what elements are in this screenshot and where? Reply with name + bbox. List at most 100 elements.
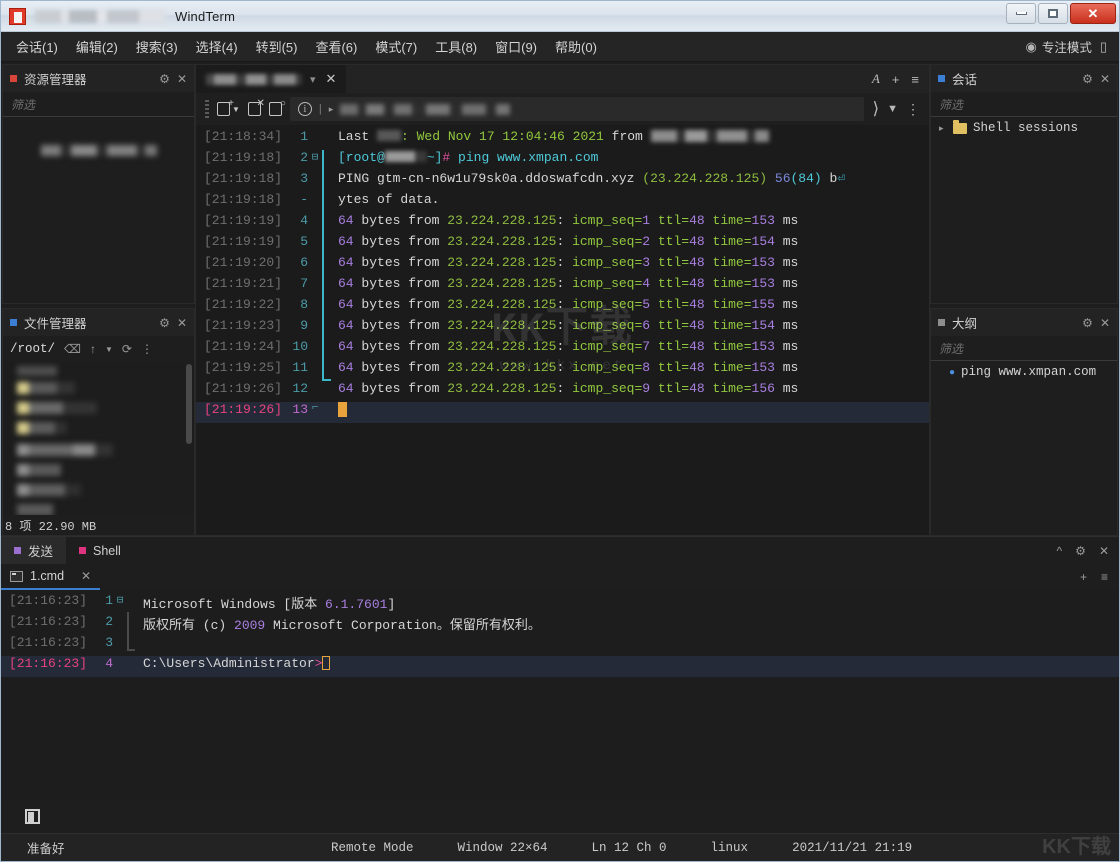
minimize-button[interactable] xyxy=(1006,3,1036,24)
new-session-icon[interactable]: +▼ xyxy=(217,102,240,116)
menu-session[interactable]: 会话(1) xyxy=(7,33,67,60)
tree-item-shell-sessions[interactable]: ▸ Shell sessions xyxy=(931,117,1117,139)
file-row-redacted xyxy=(17,444,113,456)
toolbar-grip[interactable] xyxy=(205,100,209,118)
add-tab-icon[interactable]: + xyxy=(892,72,900,87)
status-platform[interactable]: linux xyxy=(711,841,749,855)
more-vertical-icon[interactable]: ⋮ xyxy=(141,342,153,356)
fold-marker[interactable]: ⊟ xyxy=(308,150,322,164)
sessions-filter-input[interactable]: 筛选 xyxy=(931,92,1117,117)
address-field[interactable]: i | ▸ xyxy=(290,97,865,121)
menu-select[interactable]: 选择(4) xyxy=(187,33,247,60)
line-text: 64 bytes from 23.224.228.125: icmp_seq=7… xyxy=(332,339,798,354)
terminal-line: [21:19:26]1264 bytes from 23.224.228.125… xyxy=(196,381,929,402)
file-row-redacted xyxy=(17,422,67,434)
close-icon[interactable]: ✕ xyxy=(81,569,91,583)
close-icon[interactable]: ✕ xyxy=(1100,316,1110,330)
menu-search[interactable]: 搜索(3) xyxy=(127,33,187,60)
outline-list[interactable]: ● ping www.xmpan.com xyxy=(931,361,1117,535)
menu-edit[interactable]: 编辑(2) xyxy=(67,33,127,60)
close-icon[interactable]: ✕ xyxy=(177,72,187,86)
tab-shell[interactable]: Shell xyxy=(66,537,134,564)
terminal-tab[interactable]: ▾ ✕ xyxy=(196,65,346,93)
focus-mode-button[interactable]: ◉ 专注模式 xyxy=(1025,37,1091,56)
line-text: 64 bytes from 23.224.228.125: icmp_seq=5… xyxy=(332,297,798,312)
terminal-output[interactable]: KK下载 www.kkx.net [21:18:34] 1 Last : Wed… xyxy=(196,125,929,535)
close-icon[interactable]: ✕ xyxy=(177,316,187,330)
line-timestamp: [21:19:24] xyxy=(196,339,278,354)
menu-window[interactable]: 窗口(9) xyxy=(486,33,546,60)
terminal-panel: ▾ ✕ A + ≡ +▼ ✕ ○ i | xyxy=(195,64,930,536)
info-icon[interactable]: i xyxy=(298,102,312,116)
up-arrow-icon[interactable]: ↑ xyxy=(90,342,96,356)
explorer-tree[interactable] xyxy=(3,117,194,303)
line-timestamp: [21:19:23] xyxy=(196,318,278,333)
sessions-filter-placeholder: 筛选 xyxy=(939,96,963,113)
gear-icon[interactable]: ⚙ xyxy=(159,316,170,330)
tab-send[interactable]: 发送 xyxy=(1,537,66,564)
sessions-tree[interactable]: ▸ Shell sessions xyxy=(931,117,1117,303)
line-text: 64 bytes from 23.224.228.125: icmp_seq=4… xyxy=(332,276,798,291)
gear-icon[interactable]: ⚙ xyxy=(1082,72,1093,86)
fold-marker[interactable]: ⌐ xyxy=(308,402,322,414)
line-timestamp: [21:19:22] xyxy=(196,297,278,312)
chevron-down-icon[interactable]: ▼ xyxy=(105,345,113,354)
close-button[interactable]: ✕ xyxy=(1070,3,1116,24)
close-icon[interactable]: ✕ xyxy=(1099,544,1109,558)
refresh-icon[interactable]: ⟳ xyxy=(122,342,132,356)
maximize-button[interactable] xyxy=(1038,3,1068,24)
terminal-line: [21:19:18] 2 ⊟ [root@~]# ping www.xmpan.… xyxy=(196,150,929,171)
line-number: - xyxy=(278,192,308,207)
back-icon[interactable]: ⌫ xyxy=(64,342,81,356)
menu-mode[interactable]: 模式(7) xyxy=(366,33,426,60)
explorer-filter-input[interactable]: 筛选 xyxy=(3,92,194,117)
menu-help[interactable]: 帮助(0) xyxy=(546,33,606,60)
main-body: 资源管理器 ⚙ ✕ 筛选 文件管理器 ⚙ ✕ xyxy=(1,62,1119,536)
layout-icon[interactable]: ▯ xyxy=(1100,40,1107,53)
fold-marker[interactable]: ⊟ xyxy=(113,593,127,607)
file-manager-scrollbar[interactable] xyxy=(186,364,192,444)
cmd-output[interactable]: [21:16:23] 1 ⊟ Microsoft Windows [版本 6.1… xyxy=(1,590,1119,799)
gear-icon[interactable]: ⚙ xyxy=(1082,316,1093,330)
menu-view[interactable]: 查看(6) xyxy=(306,33,366,60)
console-window-icon[interactable] xyxy=(25,809,40,824)
line-number: 6 xyxy=(278,255,308,270)
line-number: 3 xyxy=(83,635,113,650)
status-mode[interactable]: Remote Mode xyxy=(331,841,414,855)
file-manager-path[interactable]: /root/ xyxy=(10,342,55,356)
close-session-icon[interactable]: ✕ xyxy=(248,102,261,116)
line-timestamp: [21:19:19] xyxy=(196,234,278,249)
tab-dot-icon xyxy=(79,547,86,554)
line-number: 12 xyxy=(278,381,308,396)
gear-icon[interactable]: ⚙ xyxy=(159,72,170,86)
line-number: 5 xyxy=(278,234,308,249)
send-chevron-icon[interactable]: ⟩ xyxy=(872,99,879,119)
subtab-1-cmd[interactable]: 1.cmd ✕ xyxy=(1,564,100,590)
fold-guide xyxy=(127,612,129,651)
chevron-up-icon[interactable]: ^ xyxy=(1057,544,1063,558)
file-manager-list[interactable] xyxy=(3,362,194,515)
add-tab-icon[interactable]: + xyxy=(1080,570,1087,584)
chevron-down-icon[interactable]: ▾ xyxy=(310,73,316,86)
status-window-size[interactable]: Window 22×64 xyxy=(458,841,548,855)
fold-guide xyxy=(322,150,324,381)
terminal-dock: ▾ ✕ A + ≡ +▼ ✕ ○ i | xyxy=(195,64,930,536)
clone-session-icon[interactable]: ○ xyxy=(269,102,282,116)
chevron-down-icon[interactable]: ▼ xyxy=(887,103,898,115)
menu-tools[interactable]: 工具(8) xyxy=(426,33,486,60)
expander-icon[interactable]: ▸ xyxy=(939,123,947,134)
close-icon[interactable]: ✕ xyxy=(1100,72,1110,86)
gear-icon[interactable]: ⚙ xyxy=(1075,544,1086,558)
terminal-line-current: [21:19:26] 13 ⌐ xyxy=(196,402,929,423)
tab-list-icon[interactable]: ≡ xyxy=(911,72,919,87)
line-number: 3 xyxy=(278,171,308,186)
line-number: 4 xyxy=(278,213,308,228)
outline-item[interactable]: ● ping www.xmpan.com xyxy=(931,361,1117,383)
more-vertical-icon[interactable]: ⋮ xyxy=(906,101,920,118)
outline-filter-input[interactable]: 筛选 xyxy=(931,336,1117,361)
status-cursor-position[interactable]: Ln 12 Ch 0 xyxy=(592,841,667,855)
tab-list-icon[interactable]: ≡ xyxy=(1101,570,1108,584)
close-icon[interactable]: ✕ xyxy=(326,71,337,87)
menu-goto[interactable]: 转到(5) xyxy=(247,33,307,60)
font-icon[interactable]: A xyxy=(872,71,880,87)
